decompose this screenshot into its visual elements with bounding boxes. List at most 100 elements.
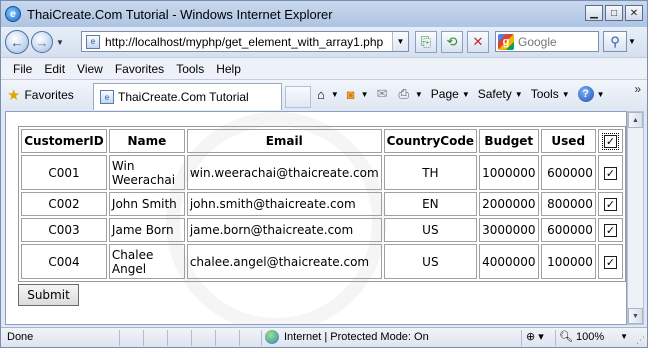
search-box[interactable]: g <box>495 31 599 52</box>
menu-help[interactable]: Help <box>210 62 247 76</box>
menu-edit[interactable]: Edit <box>38 62 71 76</box>
cell-used: 600000 <box>540 155 596 190</box>
cell-select: ✓ <box>597 218 623 242</box>
row-checkbox[interactable]: ✓ <box>603 255 617 269</box>
new-tab-button[interactable] <box>285 86 311 108</box>
help-button[interactable]: ? ▼ <box>577 86 605 102</box>
status-divider <box>191 330 192 346</box>
cell-name: Jame Born <box>108 218 185 242</box>
tab-active[interactable]: e ThaiCreate.Com Tutorial <box>93 83 282 110</box>
globe-icon <box>265 330 279 344</box>
row-checkbox[interactable]: ✓ <box>603 166 617 180</box>
zoom-level: 100% <box>575 330 605 343</box>
rss-icon: ◙ <box>346 86 355 102</box>
print-button[interactable]: ⎙ ▼ <box>398 86 422 102</box>
page-menu[interactable]: Page ▼ <box>431 87 470 101</box>
minimize-button[interactable]: ▁ <box>585 5 603 21</box>
recent-pages-dropdown[interactable]: ▼ <box>56 38 64 47</box>
search-button[interactable]: ⚲ <box>603 31 627 52</box>
close-button[interactable]: ✕ <box>625 5 643 21</box>
cell-customerid: C002 <box>21 192 107 216</box>
menu-bar: File Edit View Favorites Tools Help <box>1 57 647 79</box>
home-button[interactable]: ⌂ ▼ <box>317 87 339 102</box>
scroll-up-button[interactable]: ▲ <box>628 112 643 128</box>
security-zone[interactable]: Internet | Protected Mode: On <box>265 330 429 344</box>
status-divider <box>239 330 240 346</box>
zoom-icon: 🔍︎ <box>559 331 573 343</box>
tools-menu[interactable]: Tools ▼ <box>531 87 570 101</box>
star-icon: ★ <box>7 87 21 104</box>
favorites-button[interactable]: ★ Favorites <box>7 86 74 104</box>
submit-button[interactable]: Submit <box>18 284 79 306</box>
status-divider <box>261 330 262 346</box>
status-bar: Done Internet | Protected Mode: On ⊕ ▾ 🔍… <box>1 327 647 347</box>
header-customerid: CustomerID <box>21 129 107 153</box>
cell-countrycode: US <box>383 244 478 279</box>
cell-budget: 1000000 <box>479 155 539 190</box>
header-select-all: ✓ <box>597 129 623 153</box>
ie-logo-icon: e <box>5 6 21 22</box>
refresh-button[interactable]: ⟲ <box>441 31 463 53</box>
safety-menu[interactable]: Safety ▼ <box>478 87 523 101</box>
favorites-label: Favorites <box>24 88 74 102</box>
menu-tools[interactable]: Tools <box>170 62 210 76</box>
cell-email: win.weerachai@thaicreate.com <box>186 155 382 190</box>
menu-view[interactable]: View <box>71 62 109 76</box>
zoom-control[interactable]: 🔍︎ 100% ▼ <box>559 330 629 344</box>
cell-budget: 4000000 <box>479 244 539 279</box>
select-all-checkbox[interactable]: ✓ <box>601 133 619 150</box>
page-icon: e <box>100 90 114 104</box>
scroll-down-button[interactable]: ▼ <box>628 308 643 324</box>
cell-used: 100000 <box>540 244 596 279</box>
header-used: Used <box>540 129 596 153</box>
window-controls: ▁ □ ✕ <box>585 5 643 21</box>
printer-icon: ⎙ <box>398 86 409 101</box>
cell-budget: 2000000 <box>479 192 539 216</box>
command-bar: ⌂ ▼ ◙ ▼ ✉ ⎙ ▼ Page ▼ Safety ▼ Tools ▼ ? ▼ <box>317 86 613 102</box>
status-divider <box>143 330 144 346</box>
status-divider <box>119 330 120 346</box>
feeds-button[interactable]: ◙ ▼ <box>347 87 369 102</box>
stop-button[interactable]: ✕ <box>467 31 489 53</box>
cell-email: chalee.angel@thaicreate.com <box>186 244 382 279</box>
status-divider <box>215 330 216 346</box>
search-input[interactable] <box>518 34 598 49</box>
protected-mode-icon[interactable]: ⊕ ▾ <box>526 330 544 343</box>
table-row: C004 Chalee Angel chalee.angel@thaicreat… <box>21 244 623 279</box>
cell-used: 600000 <box>540 218 596 242</box>
address-input[interactable] <box>105 34 385 49</box>
cell-budget: 3000000 <box>479 218 539 242</box>
resize-grip-icon[interactable]: ⋰ <box>636 335 645 346</box>
help-icon: ? <box>577 86 594 102</box>
cell-email: jame.born@thaicreate.com <box>186 218 382 242</box>
chevron-more-icon[interactable]: » <box>634 82 641 96</box>
address-bar[interactable]: e ▼ <box>81 31 409 52</box>
mail-button[interactable]: ✉ <box>377 86 391 102</box>
mail-icon: ✉ <box>376 86 388 101</box>
cell-select: ✓ <box>597 192 623 216</box>
page-content: CustomerID Name Email CountryCode Budget… <box>5 111 627 325</box>
row-checkbox[interactable]: ✓ <box>603 224 617 237</box>
maximize-button[interactable]: □ <box>605 5 623 21</box>
address-dropdown-button[interactable]: ▼ <box>392 32 408 51</box>
favorites-bar: ★ Favorites e ThaiCreate.Com Tutorial ⌂ ▼… <box>1 79 647 110</box>
forward-button[interactable]: → <box>31 31 53 53</box>
vertical-scrollbar[interactable]: ▲ ▼ <box>627 111 644 325</box>
header-email: Email <box>186 129 382 153</box>
row-checkbox[interactable]: ✓ <box>603 198 617 211</box>
menu-file[interactable]: File <box>7 62 38 76</box>
cell-select: ✓ <box>597 244 623 279</box>
cell-customerid: C004 <box>21 244 107 279</box>
status-divider <box>555 330 556 346</box>
compatibility-view-button[interactable]: ⎘ <box>415 31 437 53</box>
zoom-dropdown-icon: ▼ <box>620 332 629 341</box>
menu-favorites[interactable]: Favorites <box>109 62 170 76</box>
search-options-dropdown[interactable]: ▼ <box>628 37 636 46</box>
table-row: C001 Win Weerachai win.weerachai@thaicre… <box>21 155 623 190</box>
page-icon: e <box>86 34 100 49</box>
cell-name: Win Weerachai <box>108 155 185 190</box>
status-divider <box>521 330 522 346</box>
cell-email: john.smith@thaicreate.com <box>186 192 382 216</box>
home-icon: ⌂ <box>317 86 325 102</box>
back-button[interactable]: ← <box>5 30 29 54</box>
